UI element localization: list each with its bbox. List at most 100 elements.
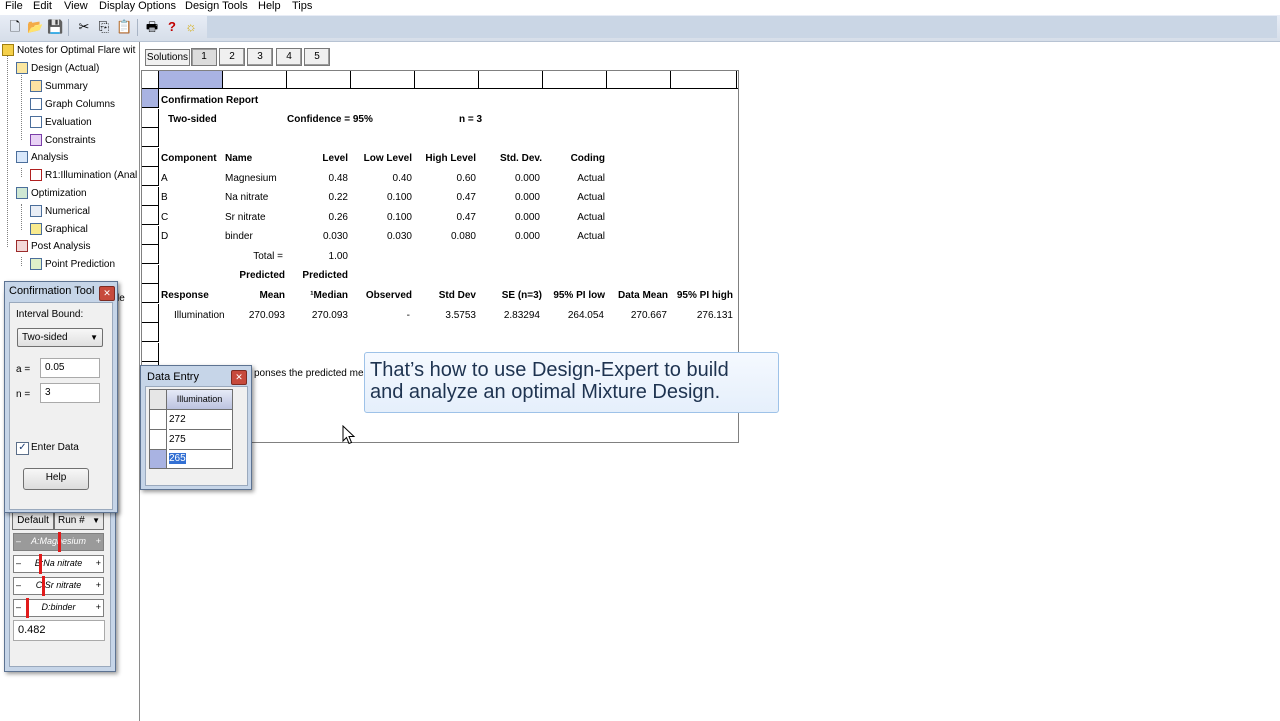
data-entry-cell[interactable]: 275 bbox=[169, 430, 231, 450]
grid-row-header-cell[interactable] bbox=[150, 430, 167, 450]
tree-item-r1-illumination[interactable]: R1:Illumination (Anal bbox=[30, 169, 137, 183]
solution-tab-2[interactable]: 2 bbox=[219, 48, 245, 66]
grid-row-header-cell[interactable] bbox=[142, 323, 159, 342]
alpha-input[interactable]: 0.05 bbox=[40, 358, 100, 378]
slider-thumb[interactable] bbox=[26, 598, 29, 618]
response-data-mean: 270.667 bbox=[630, 310, 667, 321]
illumination-column-header[interactable]: Illumination bbox=[167, 390, 232, 410]
close-icon[interactable]: ✕ bbox=[231, 370, 247, 385]
tree-item-numerical[interactable]: Numerical bbox=[30, 205, 90, 219]
default-button[interactable]: Default bbox=[12, 512, 54, 530]
interval-bound-select[interactable]: Two-sided ▼ bbox=[17, 328, 103, 347]
grid-row-header-cell[interactable] bbox=[142, 167, 159, 186]
slider-b-na-nitrate[interactable]: – B:Na nitrate + bbox=[13, 554, 104, 574]
grid-row-header-cell[interactable] bbox=[142, 284, 159, 303]
grid-column-header-cell[interactable] bbox=[351, 71, 415, 88]
menu-view[interactable]: View bbox=[64, 0, 88, 13]
grid-row-header-cell[interactable] bbox=[142, 89, 159, 108]
menu-tips[interactable]: Tips bbox=[292, 0, 312, 13]
predicted-median-header: Predicted bbox=[302, 270, 348, 281]
help-icon[interactable]: ? bbox=[164, 19, 180, 35]
solution-tab-5[interactable]: 5 bbox=[304, 48, 330, 66]
tree-item-evaluation[interactable]: Evaluation bbox=[30, 116, 92, 130]
grid-column-header-cell[interactable] bbox=[607, 71, 671, 88]
print-icon[interactable]: 🖶 bbox=[144, 19, 160, 35]
tree-item-design[interactable]: Design (Actual) bbox=[16, 62, 99, 76]
plus-icon[interactable]: + bbox=[96, 578, 101, 592]
tree-item-label: Optimization bbox=[31, 188, 87, 199]
tree-item-summary[interactable]: Summary bbox=[30, 80, 88, 94]
copy-icon[interactable]: ⎘ bbox=[96, 19, 112, 35]
grid-row-header-cell[interactable] bbox=[142, 148, 159, 167]
tree-item-point-prediction[interactable]: Point Prediction bbox=[30, 258, 115, 272]
new-icon[interactable]: 🗋 bbox=[7, 19, 23, 35]
grid-column-header-cell[interactable] bbox=[543, 71, 607, 88]
tree-item-graphical[interactable]: Graphical bbox=[30, 223, 88, 237]
optimization-icon bbox=[16, 187, 28, 200]
grid-row-header-cell[interactable] bbox=[142, 109, 159, 128]
menu-display-options[interactable]: Display Options bbox=[99, 0, 176, 13]
slider-d-binder[interactable]: – D:binder + bbox=[13, 598, 104, 618]
cut-icon[interactable]: ✂ bbox=[76, 19, 92, 35]
help-button[interactable]: Help bbox=[23, 468, 89, 490]
interval-bound-label: Interval Bound: bbox=[16, 309, 84, 320]
plus-icon[interactable]: + bbox=[96, 556, 101, 570]
grid-row-header-cell[interactable] bbox=[142, 206, 159, 225]
grid-corner bbox=[142, 71, 159, 88]
confirmation-tool-title: Confirmation Tool bbox=[9, 285, 95, 297]
data-entry-cell[interactable]: 272 bbox=[169, 410, 231, 430]
slider-a-magnesium[interactable]: – A:Magnesium + bbox=[13, 532, 104, 552]
slider-thumb[interactable] bbox=[39, 554, 42, 574]
menu-help[interactable]: Help bbox=[258, 0, 281, 13]
data-entry-cell-selected[interactable]: 265 bbox=[169, 450, 231, 467]
grid-row-header-cell[interactable] bbox=[142, 128, 159, 147]
grid-row-header-cell[interactable] bbox=[150, 410, 167, 430]
menu-bar: File Edit View Display Options Design To… bbox=[0, 0, 1280, 14]
grid-row-header-cell[interactable] bbox=[142, 187, 159, 206]
grid-row-header-cell[interactable] bbox=[142, 304, 159, 323]
grid-column-header-cell[interactable] bbox=[415, 71, 479, 88]
grid-row-header-cell[interactable] bbox=[142, 245, 159, 264]
grid-column-header-cell[interactable] bbox=[671, 71, 737, 88]
menu-design-tools[interactable]: Design Tools bbox=[185, 0, 248, 13]
factor-value-field[interactable]: 0.482 bbox=[13, 620, 105, 641]
grid-row-header-cell[interactable] bbox=[142, 226, 159, 245]
tree-item-analysis[interactable]: Analysis bbox=[16, 151, 68, 165]
grid-row-header-cell[interactable] bbox=[142, 343, 159, 362]
tree-item-constraints[interactable]: Constraints bbox=[30, 134, 96, 148]
menu-file[interactable]: File bbox=[5, 0, 23, 13]
grid-row-header-cell[interactable] bbox=[142, 265, 159, 284]
grid-column-header-cell[interactable] bbox=[479, 71, 543, 88]
slider-c-sr-nitrate[interactable]: – C:Sr nitrate + bbox=[13, 576, 104, 596]
numerical-icon bbox=[30, 205, 42, 218]
plus-icon[interactable]: + bbox=[96, 534, 101, 548]
grid-column-header-cell[interactable] bbox=[287, 71, 351, 88]
slider-thumb[interactable] bbox=[42, 576, 45, 596]
solution-tab-1[interactable]: 1 bbox=[191, 48, 217, 66]
close-icon[interactable]: ✕ bbox=[99, 286, 115, 301]
open-icon[interactable]: 📂 bbox=[27, 19, 43, 35]
grid-row-header-cell[interactable] bbox=[150, 450, 167, 468]
tip-icon[interactable]: ☼ bbox=[183, 19, 199, 35]
tree-item-post-analysis[interactable]: Post Analysis bbox=[16, 240, 90, 254]
slider-thumb[interactable] bbox=[58, 532, 61, 552]
interval-bound-value: Two-sided bbox=[22, 332, 68, 343]
grid-column-header-cell[interactable] bbox=[159, 71, 223, 88]
solution-tab-3[interactable]: 3 bbox=[247, 48, 273, 66]
paste-icon[interactable]: 📋 bbox=[116, 19, 132, 35]
grid-column-header-cell[interactable] bbox=[223, 71, 287, 88]
save-icon[interactable]: 💾 bbox=[47, 19, 63, 35]
enter-data-checkbox[interactable]: ✓ bbox=[16, 442, 29, 455]
tree-item-optimization[interactable]: Optimization bbox=[16, 187, 87, 201]
tree-line bbox=[21, 68, 22, 140]
solution-tab-4[interactable]: 4 bbox=[276, 48, 302, 66]
plus-icon[interactable]: + bbox=[96, 600, 101, 614]
n-input[interactable]: 3 bbox=[40, 383, 100, 403]
menu-edit[interactable]: Edit bbox=[33, 0, 52, 13]
sample-size: n = 3 bbox=[459, 114, 483, 125]
tree-root[interactable]: Notes for Optimal Flare wit bbox=[2, 44, 135, 58]
run-select[interactable]: Run # ▼ bbox=[54, 512, 104, 530]
response-std-dev: 3.5753 bbox=[445, 310, 476, 321]
tree-item-graph-columns[interactable]: Graph Columns bbox=[30, 98, 115, 112]
toolbar: 🗋 📂 💾 ✂ ⎘ 📋 🖶 ? ☼ bbox=[0, 15, 1280, 42]
